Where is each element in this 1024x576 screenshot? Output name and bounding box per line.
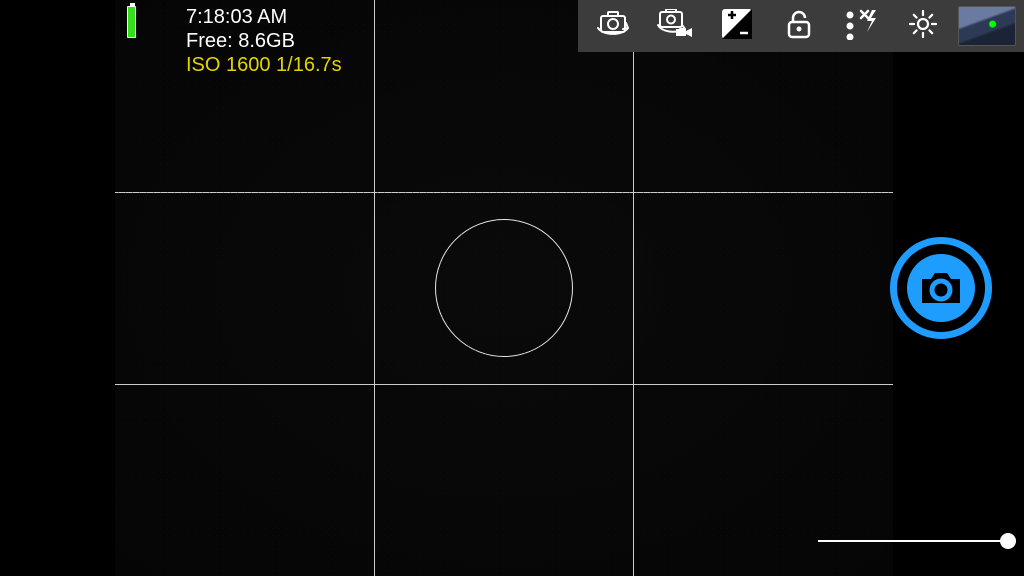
status-free-space: Free: 8.6GB bbox=[186, 30, 295, 53]
exposure-compensation-button[interactable] bbox=[706, 0, 768, 52]
camera-icon bbox=[907, 254, 975, 322]
zoom-slider[interactable] bbox=[818, 540, 1008, 542]
exposure-lock-button[interactable] bbox=[768, 0, 830, 52]
switch-video-button[interactable] bbox=[644, 0, 706, 52]
switch-camera-button[interactable] bbox=[582, 0, 644, 52]
flash-button[interactable] bbox=[830, 0, 892, 52]
settings-button[interactable] bbox=[892, 0, 954, 52]
top-toolbar bbox=[578, 0, 1024, 52]
grid-line bbox=[633, 0, 634, 576]
exposure-compensation-icon bbox=[720, 7, 754, 46]
grid-line bbox=[115, 192, 893, 193]
flash-off-icon bbox=[844, 8, 878, 45]
status-iso-shutter: ISO 1600 1/16.7s bbox=[186, 54, 342, 77]
grid-line bbox=[115, 384, 893, 385]
gear-icon bbox=[907, 8, 939, 45]
shutter-button[interactable] bbox=[890, 237, 992, 339]
unlock-icon bbox=[784, 8, 814, 45]
switch-camera-icon bbox=[595, 10, 631, 43]
switch-video-icon bbox=[655, 9, 695, 44]
grid-line bbox=[374, 0, 375, 576]
battery-indicator bbox=[127, 6, 136, 38]
status-time: 7:18:03 AM bbox=[186, 6, 287, 29]
focus-ring bbox=[435, 219, 573, 357]
gallery-thumbnail[interactable] bbox=[958, 6, 1016, 46]
camera-viewfinder[interactable] bbox=[115, 0, 893, 576]
